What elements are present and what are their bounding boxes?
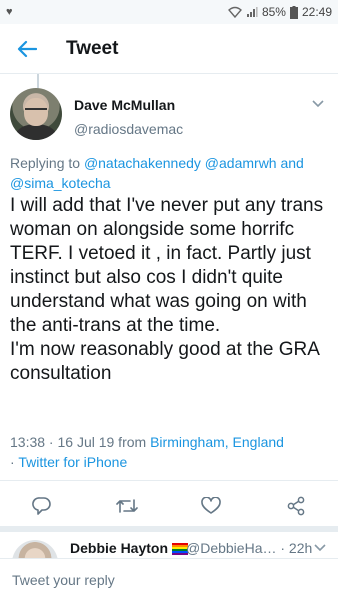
share-button[interactable] [282, 492, 310, 520]
and-word[interactable]: and [277, 155, 303, 171]
page-title: Tweet [66, 37, 119, 59]
share-icon [287, 496, 305, 516]
battery-icon [289, 5, 298, 19]
avatar[interactable] [10, 88, 62, 140]
compose-bar [0, 558, 338, 600]
mention-link[interactable]: @adamrwh [205, 155, 277, 171]
mention-link[interactable]: @natachakennedy [84, 155, 201, 171]
reply-icon [32, 497, 51, 515]
tweet-text: I will add that I've never put any trans… [10, 195, 324, 384]
author-handle[interactable]: @radiosdavemac [74, 121, 183, 137]
replying-prefix: Replying to [10, 155, 84, 171]
author-name[interactable]: Dave McMullan [74, 97, 175, 113]
like-button[interactable] [197, 492, 225, 520]
back-arrow-icon [17, 40, 37, 57]
timestamp: 13:38 · 16 Jul 19 from [10, 434, 151, 450]
signal-icon [246, 7, 258, 17]
retweet-icon [116, 499, 138, 513]
chevron-down-icon [314, 544, 326, 552]
avatar[interactable] [12, 540, 58, 558]
reply-author-handle: @DebbieHa… · 22h [186, 540, 313, 556]
tweet-menu-button[interactable] [310, 96, 326, 112]
status-right: 85% 22:49 [227, 5, 332, 19]
wifi-icon [227, 6, 242, 18]
action-bar [0, 488, 338, 524]
like-icon [201, 497, 221, 514]
divider [0, 480, 338, 481]
location-link[interactable]: Birmingham, England [150, 434, 284, 450]
reply-input[interactable] [12, 571, 312, 588]
avatar-shirt [16, 124, 56, 140]
back-button[interactable] [6, 28, 48, 70]
status-bar: ♥ 85% 22:49 [0, 0, 338, 24]
mention-link[interactable]: @sima_kotecha [10, 175, 111, 191]
avatar-glasses [25, 108, 47, 114]
reply-author-name[interactable]: Debbie Hayton [70, 540, 189, 556]
source-link[interactable]: Twitter for iPhone [18, 454, 127, 470]
chevron-down-icon [312, 100, 324, 108]
reply-button[interactable] [28, 492, 56, 520]
retweet-button[interactable] [113, 492, 141, 520]
reply-menu-button[interactable] [312, 540, 328, 556]
replying-to: Replying to @natachakennedy @adamrwh and… [10, 153, 310, 193]
clock: 22:49 [301, 5, 332, 19]
battery-percent: 85% [261, 5, 286, 19]
tweet-meta: 13:38 · 16 Jul 19 from Birmingham, Engla… [10, 432, 328, 472]
heart-icon: ♥ [6, 6, 13, 18]
reply-tweet-preview[interactable]: Debbie Hayton @DebbieHa… · 22h [0, 532, 338, 558]
thread-connector [37, 74, 39, 88]
tweet-header: Dave McMullan @radiosdavemac [10, 88, 328, 150]
app-bar: Tweet [0, 24, 338, 74]
